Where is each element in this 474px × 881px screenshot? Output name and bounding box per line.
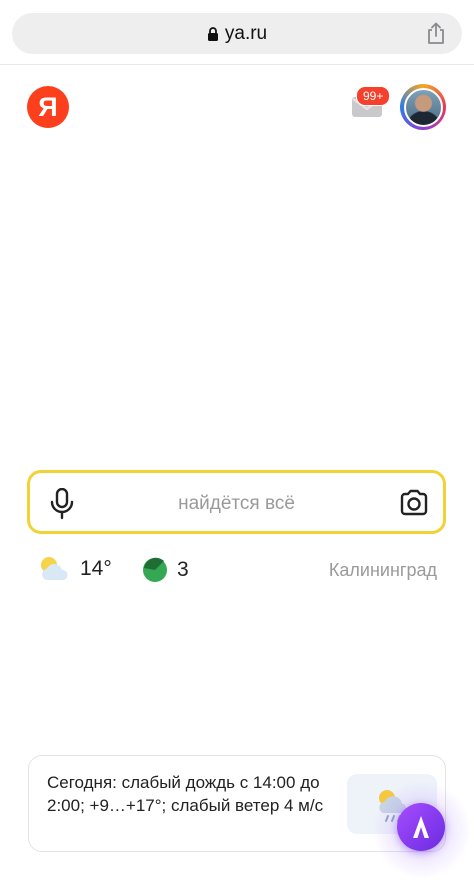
traffic-widget[interactable]: 3 [142,557,189,583]
share-icon[interactable] [426,22,446,45]
microphone-icon[interactable] [49,488,75,520]
url-text: ya.ru [224,22,268,44]
yandex-logo[interactable]: Я [27,86,69,128]
logo-letter: Я [38,91,58,122]
search-input[interactable] [90,487,383,521]
city-name[interactable]: Калининград [329,560,437,581]
traffic-score: 3 [177,558,189,581]
lock-icon [207,26,218,41]
user-avatar[interactable] [400,84,446,130]
mail-unread-badge: 99+ [356,86,391,106]
cloudy-sun-icon [41,557,68,580]
search-box[interactable] [27,470,446,534]
camera-icon[interactable] [399,489,429,517]
alice-icon [413,816,429,838]
alice-assistant-button[interactable] [397,803,445,851]
address-bar[interactable]: ya.ru [12,13,462,54]
url-display[interactable]: ya.ru [12,13,462,54]
forecast-text: Сегодня: слабый дождь с 14:00 до 2:00; +… [47,773,324,815]
traffic-icon [143,557,167,582]
temperature: 14° [80,557,112,580]
top-divider [0,64,474,65]
weather-widget[interactable]: 14° [38,555,112,583]
avatar-photo [403,87,443,127]
